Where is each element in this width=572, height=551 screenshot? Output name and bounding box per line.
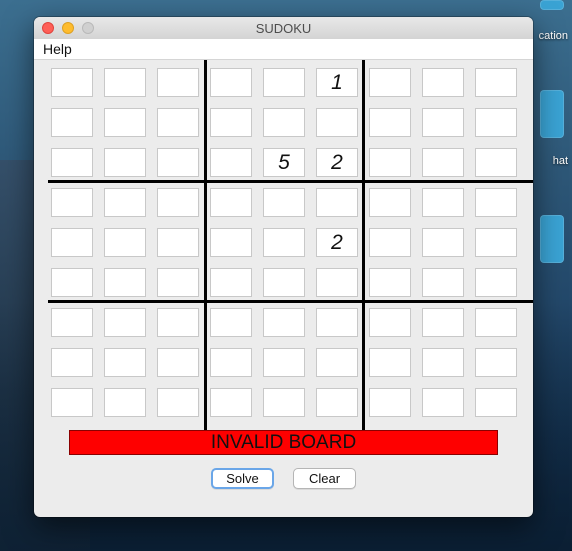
sudoku-cell[interactable] [51,68,93,97]
title-bar[interactable]: SUDOKU [34,17,533,40]
sudoku-cell[interactable] [263,68,305,97]
help-menu[interactable]: Help [43,41,72,57]
sudoku-cell[interactable]: 2 [316,228,358,257]
sudoku-cell[interactable] [422,268,464,297]
sudoku-cell[interactable] [210,148,252,177]
sudoku-cell[interactable] [369,388,411,417]
sudoku-cell[interactable] [157,148,199,177]
clear-button[interactable]: Clear [293,468,356,489]
block-divider-horizontal [48,180,533,183]
sudoku-cell[interactable] [422,148,464,177]
sudoku-cell[interactable] [369,68,411,97]
sudoku-cell[interactable] [475,348,517,377]
sudoku-cell[interactable] [263,268,305,297]
sudoku-cell[interactable] [263,308,305,337]
sudoku-cell[interactable] [475,68,517,97]
sudoku-cell[interactable] [422,388,464,417]
sudoku-cell[interactable] [475,228,517,257]
sudoku-cell[interactable] [316,388,358,417]
sudoku-cell[interactable] [263,348,305,377]
sudoku-cell[interactable] [316,308,358,337]
sudoku-cell[interactable] [157,348,199,377]
sudoku-cell[interactable] [104,188,146,217]
sudoku-cell[interactable] [475,148,517,177]
sudoku-cell[interactable] [51,348,93,377]
desktop-app-icon[interactable] [540,90,564,138]
sudoku-cell[interactable] [104,268,146,297]
window-title: SUDOKU [255,21,312,36]
sudoku-cell[interactable] [157,308,199,337]
sudoku-cell[interactable] [369,308,411,337]
sudoku-cell[interactable] [210,268,252,297]
sudoku-cell[interactable] [157,68,199,97]
sudoku-cell[interactable] [422,68,464,97]
sudoku-cell[interactable] [316,188,358,217]
sudoku-cell[interactable] [104,108,146,137]
sudoku-cell[interactable] [157,388,199,417]
status-banner: INVALID BOARD [69,430,498,455]
sudoku-cell[interactable] [369,148,411,177]
sudoku-cell[interactable] [157,108,199,137]
sudoku-cell[interactable] [475,268,517,297]
sudoku-cell[interactable] [369,268,411,297]
sudoku-cell[interactable] [104,308,146,337]
sudoku-cell[interactable] [104,68,146,97]
solve-button[interactable]: Solve [211,468,274,489]
sudoku-cell[interactable]: 1 [316,68,358,97]
sudoku-cell[interactable] [263,108,305,137]
sudoku-cell[interactable] [475,108,517,137]
sudoku-cell[interactable] [316,348,358,377]
desktop-icon-label[interactable]: cation [539,30,568,42]
desktop-icon-label[interactable]: hat [553,155,568,167]
desktop-app-icon[interactable] [540,0,564,10]
sudoku-cell[interactable] [51,188,93,217]
sudoku-cell[interactable] [263,388,305,417]
sudoku-cell[interactable] [157,188,199,217]
sudoku-cell[interactable] [475,388,517,417]
sudoku-cell[interactable] [51,148,93,177]
sudoku-cell[interactable] [210,68,252,97]
sudoku-cell[interactable] [422,188,464,217]
sudoku-cell[interactable] [475,308,517,337]
sudoku-cell[interactable] [422,108,464,137]
sudoku-cell[interactable] [210,308,252,337]
sudoku-cell[interactable] [51,388,93,417]
block-divider-vertical [204,60,207,433]
sudoku-cell[interactable] [51,268,93,297]
sudoku-cell[interactable] [104,228,146,257]
sudoku-cell[interactable] [210,388,252,417]
desktop-app-icon[interactable] [540,215,564,263]
sudoku-cell[interactable] [104,388,146,417]
menu-bar: Help [34,39,533,60]
sudoku-cell[interactable] [369,228,411,257]
sudoku-cell[interactable] [263,228,305,257]
sudoku-cell[interactable] [210,348,252,377]
sudoku-cell[interactable] [369,188,411,217]
sudoku-cell[interactable] [104,348,146,377]
sudoku-cell[interactable]: 5 [263,148,305,177]
sudoku-cell[interactable] [263,188,305,217]
sudoku-cell[interactable] [369,108,411,137]
sudoku-cell[interactable] [51,108,93,137]
sudoku-board: 2251 [48,60,533,433]
sudoku-cell[interactable] [210,228,252,257]
sudoku-cell[interactable] [157,268,199,297]
block-divider-horizontal [48,300,533,303]
sudoku-cell[interactable] [475,188,517,217]
sudoku-cell[interactable] [316,268,358,297]
sudoku-cell[interactable] [422,348,464,377]
sudoku-cell[interactable] [104,148,146,177]
sudoku-cell[interactable] [316,108,358,137]
sudoku-window: SUDOKU Help 2251 INVALID BOARD Solve Cle… [34,17,533,517]
sudoku-cell[interactable] [210,188,252,217]
sudoku-cell[interactable] [51,308,93,337]
sudoku-cell[interactable] [369,348,411,377]
sudoku-cell[interactable] [422,228,464,257]
sudoku-cell[interactable]: 2 [316,148,358,177]
sudoku-cell[interactable] [51,228,93,257]
sudoku-cell[interactable] [157,228,199,257]
sudoku-cell[interactable] [210,108,252,137]
sudoku-cell[interactable] [422,308,464,337]
block-divider-vertical [362,60,365,433]
